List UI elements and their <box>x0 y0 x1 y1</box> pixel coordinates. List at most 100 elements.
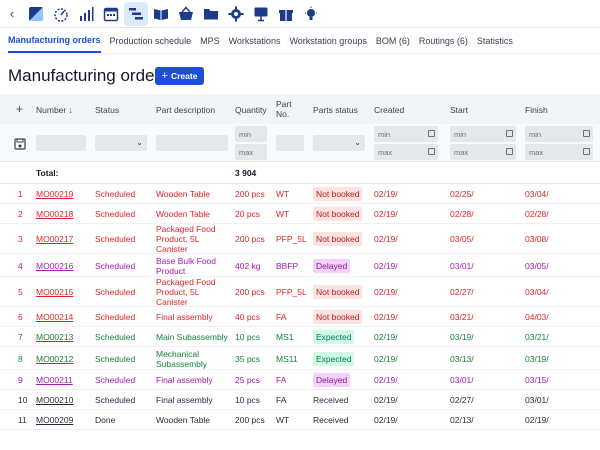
tab-manufacturing-orders[interactable]: Manufacturing orders <box>8 29 101 53</box>
created-date: 02/19/ <box>374 395 398 405</box>
created-min-input[interactable]: min <box>374 126 438 142</box>
presentation-icon[interactable] <box>249 2 273 26</box>
column-start[interactable]: Start <box>450 105 468 115</box>
table-row[interactable]: 9 MO00211 Scheduled Final assembly 25 pcs FA 0… <box>0 370 600 390</box>
order-number-link[interactable]: MO00214 <box>36 312 73 322</box>
parts-status-badge: Expected <box>313 352 355 366</box>
part-no-filter-input[interactable] <box>276 135 304 151</box>
column-status[interactable]: Status <box>95 105 119 115</box>
status-filter-select[interactable]: ⌄ <box>95 135 147 151</box>
folder-icon[interactable] <box>199 2 223 26</box>
start-min-input[interactable]: min <box>450 126 516 142</box>
table-row[interactable]: 7 MO00213 Scheduled Main Subassembly 10 pcs M… <box>0 327 600 347</box>
order-status: Scheduled <box>95 395 136 405</box>
order-number-link[interactable]: MO00217 <box>36 234 73 244</box>
column-part-no[interactable]: Part No. <box>276 99 300 119</box>
table-row[interactable]: 11 MO00209 Done Wooden Table 200 pcs WT 02/19/… <box>0 410 600 430</box>
column-parts-status[interactable]: Parts status <box>313 105 358 115</box>
gantt-icon[interactable] <box>124 1 148 26</box>
table-header: + Number ↓ Status Part description Quant… <box>0 94 600 124</box>
number-filter-input[interactable] <box>36 135 86 151</box>
part-description: Final assembly <box>156 312 213 322</box>
order-number-link[interactable]: MO00215 <box>36 287 73 297</box>
order-number-link[interactable]: MO00212 <box>36 354 73 364</box>
calendar-icon[interactable] <box>99 2 123 26</box>
tab-production-schedule[interactable]: Production schedule <box>110 28 192 54</box>
tab-workstations[interactable]: Workstations <box>229 28 281 54</box>
row-index: 9 <box>18 375 23 385</box>
table-row[interactable]: 8 MO00212 Scheduled Mechanical Subassembly 3… <box>0 347 600 370</box>
start-date: 02/27/ <box>450 395 474 405</box>
tab-statistics[interactable]: Statistics <box>477 28 513 54</box>
table-row[interactable]: 3 MO00217 Scheduled Packaged Food Product, … <box>0 224 600 254</box>
column-finish[interactable]: Finish <box>525 105 548 115</box>
add-column-button[interactable]: + <box>16 103 23 115</box>
lightbulb-icon[interactable] <box>299 2 323 26</box>
table-row[interactable]: 6 MO00214 Scheduled Final assembly 40 pcs FA 0… <box>0 307 600 327</box>
order-quantity: 200 pcs <box>235 415 265 425</box>
table-row[interactable]: 10 MO00210 Scheduled Final assembly 10 pcs FA… <box>0 390 600 410</box>
column-number[interactable]: Number ↓ <box>36 105 73 115</box>
gauge-icon[interactable] <box>49 2 73 26</box>
order-number-link[interactable]: MO00219 <box>36 189 73 199</box>
create-button[interactable]: + Create <box>155 67 204 85</box>
order-status: Scheduled <box>95 375 136 385</box>
gift-icon[interactable] <box>274 2 298 26</box>
description-filter-input[interactable] <box>156 135 228 151</box>
parts-status-badge: Not booked <box>313 187 363 201</box>
dashboard-icon[interactable] <box>24 2 48 26</box>
parts-status-filter-select[interactable]: ⌄ <box>313 135 365 151</box>
created-date: 02/19/ <box>374 261 398 271</box>
save-filter-icon[interactable] <box>14 137 26 150</box>
finish-max-input[interactable]: max <box>525 144 593 160</box>
start-date: 02/13/ <box>450 415 474 425</box>
part-number: FA <box>276 375 287 385</box>
order-number-link[interactable]: MO00218 <box>36 209 73 219</box>
gear-icon[interactable] <box>224 2 248 26</box>
column-created[interactable]: Created <box>374 105 404 115</box>
start-max-placeholder: max <box>454 147 469 157</box>
quantity-max-input[interactable]: max <box>235 144 267 160</box>
create-button-label: Create <box>170 71 198 81</box>
chevron-left-icon[interactable]: ‹ <box>0 0 24 28</box>
order-quantity: 402 kg <box>235 261 261 271</box>
tab-workstation-groups[interactable]: Workstation groups <box>289 28 366 54</box>
part-number: MS1 <box>276 332 294 342</box>
part-number: FA <box>276 395 287 405</box>
table-row[interactable]: 5 MO00215 Scheduled Packaged Food Product, … <box>0 277 600 307</box>
order-status: Scheduled <box>95 234 136 244</box>
finish-min-input[interactable]: min <box>525 126 593 142</box>
order-number-link[interactable]: MO00216 <box>36 261 73 271</box>
order-number-link[interactable]: MO00211 <box>36 375 73 385</box>
part-description: Main Subassembly <box>156 332 228 342</box>
order-number-link[interactable]: MO00210 <box>36 395 73 405</box>
created-max-input[interactable]: max <box>374 144 438 160</box>
part-description: Wooden Table <box>156 209 211 219</box>
order-quantity: 35 pcs <box>235 354 261 364</box>
chevron-down-icon: ⌄ <box>354 138 361 147</box>
tab-bom[interactable]: BOM (6) <box>376 28 410 54</box>
book-icon[interactable] <box>149 2 173 26</box>
column-quantity[interactable]: Quantity <box>235 105 267 115</box>
table-row[interactable]: 4 MO00216 Scheduled Base Bulk Food Product 4… <box>0 254 600 277</box>
table-row[interactable]: 1 MO00219 Scheduled Wooden Table 200 pcs WT 02… <box>0 184 600 204</box>
parts-status-badge: Expected <box>313 330 355 344</box>
part-description: Wooden Table <box>156 189 211 199</box>
order-quantity: 40 pcs <box>235 312 261 322</box>
basket-icon[interactable] <box>174 2 198 26</box>
parts-status-badge: Received <box>313 415 349 425</box>
tab-routings[interactable]: Routings (6) <box>419 28 468 54</box>
tab-mps[interactable]: MPS <box>200 28 220 54</box>
start-date: 03/01/ <box>450 261 474 271</box>
quantity-min-input[interactable]: min <box>235 126 267 142</box>
bar-chart-icon[interactable] <box>74 2 98 26</box>
order-status: Scheduled <box>95 287 136 297</box>
start-max-input[interactable]: max <box>450 144 516 160</box>
order-quantity: 25 pcs <box>235 375 261 385</box>
table-row[interactable]: 2 MO00218 Scheduled Wooden Table 20 pcs WT 02/… <box>0 204 600 224</box>
calendar-icon <box>506 130 513 137</box>
order-number-link[interactable]: MO00209 <box>36 415 73 425</box>
column-part-description[interactable]: Part description <box>156 105 215 115</box>
order-number-link[interactable]: MO00213 <box>36 332 73 342</box>
start-date: 02/27/ <box>450 287 474 297</box>
